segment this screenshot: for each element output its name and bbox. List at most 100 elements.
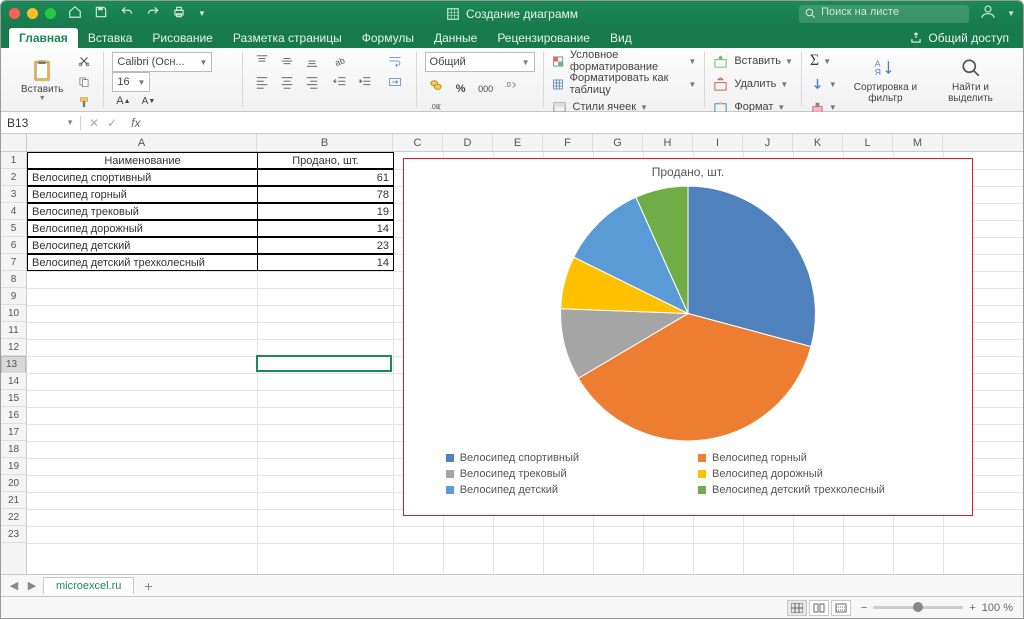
wrap-text-button[interactable] bbox=[382, 52, 408, 70]
cell-A4[interactable]: Велосипед трековый bbox=[27, 203, 258, 220]
cell-A3[interactable]: Велосипед горный bbox=[27, 186, 258, 203]
home-icon[interactable] bbox=[68, 5, 82, 22]
ribbon-tab-5[interactable]: Данные bbox=[424, 28, 487, 48]
col-header-B[interactable]: B bbox=[257, 134, 393, 151]
row-header-3[interactable]: 3 bbox=[1, 186, 26, 203]
number-format-select[interactable]: Общий▼ bbox=[425, 52, 535, 72]
format-painter-button[interactable] bbox=[73, 94, 95, 112]
decrease-font-button[interactable]: A▼ bbox=[137, 93, 159, 111]
cell-A6[interactable]: Велосипед детский bbox=[27, 237, 258, 254]
font-size-select[interactable]: 16▼ bbox=[112, 72, 150, 92]
row-header-16[interactable]: 16 bbox=[1, 407, 26, 424]
increase-font-button[interactable]: A▲ bbox=[112, 92, 134, 110]
select-all-corner[interactable] bbox=[1, 134, 27, 152]
currency-button[interactable] bbox=[425, 76, 447, 94]
decrease-indent-button[interactable] bbox=[329, 73, 351, 91]
cell-B7[interactable]: 14 bbox=[257, 254, 394, 271]
row-header-12[interactable]: 12 bbox=[1, 339, 26, 356]
save-icon[interactable] bbox=[94, 5, 108, 22]
cancel-formula-icon[interactable]: ✕ bbox=[89, 116, 99, 130]
zoom-out-button[interactable]: − bbox=[861, 602, 867, 614]
row-header-21[interactable]: 21 bbox=[1, 492, 26, 509]
cell-A7[interactable]: Велосипед детский трехколесный bbox=[27, 254, 258, 271]
page-layout-view-button[interactable] bbox=[809, 600, 829, 616]
row-header-10[interactable]: 10 bbox=[1, 305, 26, 322]
row-header-7[interactable]: 7 bbox=[1, 254, 26, 271]
row-header-6[interactable]: 6 bbox=[1, 237, 26, 254]
sheet-nav-prev[interactable]: ◀ bbox=[7, 579, 21, 592]
ribbon-tab-7[interactable]: Вид bbox=[600, 28, 642, 48]
align-bottom-button[interactable] bbox=[301, 52, 323, 70]
align-center-button[interactable] bbox=[276, 73, 298, 91]
percent-button[interactable]: % bbox=[450, 80, 472, 98]
sheet-nav-next[interactable]: ▶ bbox=[25, 579, 39, 592]
paste-button[interactable]: Вставить ▼ bbox=[17, 52, 67, 108]
qat-dropdown-icon[interactable]: ▼ bbox=[198, 9, 206, 18]
page-break-view-button[interactable] bbox=[831, 600, 851, 616]
row-header-2[interactable]: 2 bbox=[1, 169, 26, 186]
zoom-slider[interactable] bbox=[873, 606, 963, 609]
pie-chart[interactable]: Продано, шт.Велосипед спортивныйВелосипе… bbox=[403, 158, 973, 516]
increase-decimal-button[interactable]: .0 bbox=[500, 76, 522, 94]
ribbon-tab-6[interactable]: Рецензирование bbox=[487, 28, 600, 48]
cell-B4[interactable]: 19 bbox=[257, 203, 394, 220]
row-header-9[interactable]: 9 bbox=[1, 288, 26, 305]
user-dropdown-icon[interactable]: ▼ bbox=[1007, 9, 1015, 18]
spreadsheet-grid[interactable]: ABCDEFGHIJKLM 12345678910111213141516171… bbox=[1, 134, 1023, 574]
minimize-window-button[interactable] bbox=[27, 8, 38, 19]
delete-cells-button[interactable]: Удалить▼ bbox=[713, 75, 793, 93]
find-select-button[interactable]: Найти и выделить bbox=[934, 52, 1007, 108]
align-middle-button[interactable] bbox=[276, 52, 298, 70]
col-header-C[interactable]: C bbox=[393, 134, 443, 151]
cell-A1[interactable]: Наименование bbox=[27, 152, 258, 169]
redo-icon[interactable] bbox=[146, 5, 160, 22]
search-input[interactable]: Поиск на листе bbox=[799, 5, 969, 23]
cell-B5[interactable]: 14 bbox=[257, 220, 394, 237]
print-icon[interactable] bbox=[172, 5, 186, 22]
sort-filter-button[interactable]: АЯ Сортировка и фильтр bbox=[843, 52, 928, 108]
row-header-14[interactable]: 14 bbox=[1, 373, 26, 390]
copy-button[interactable] bbox=[73, 73, 95, 91]
col-header-K[interactable]: K bbox=[793, 134, 843, 151]
row-header-15[interactable]: 15 bbox=[1, 390, 26, 407]
col-header-M[interactable]: M bbox=[893, 134, 943, 151]
row-header-17[interactable]: 17 bbox=[1, 424, 26, 441]
row-header-11[interactable]: 11 bbox=[1, 322, 26, 339]
cell-B6[interactable]: 23 bbox=[257, 237, 394, 254]
ribbon-tab-4[interactable]: Формулы bbox=[352, 28, 424, 48]
col-header-F[interactable]: F bbox=[543, 134, 593, 151]
col-header-E[interactable]: E bbox=[493, 134, 543, 151]
font-name-select[interactable]: Calibri (Осн...▼ bbox=[112, 52, 212, 72]
ribbon-tab-3[interactable]: Разметка страницы bbox=[223, 28, 352, 48]
row-header-23[interactable]: 23 bbox=[1, 526, 26, 543]
cells-area[interactable]: НаименованиеПродано, шт.Велосипед спорти… bbox=[27, 152, 1023, 574]
orientation-button[interactable]: ab bbox=[329, 52, 351, 70]
row-header-8[interactable]: 8 bbox=[1, 271, 26, 288]
undo-icon[interactable] bbox=[120, 5, 134, 22]
row-header-19[interactable]: 19 bbox=[1, 458, 26, 475]
fx-label[interactable]: fx bbox=[125, 116, 146, 130]
cell-A2[interactable]: Велосипед спортивный bbox=[27, 169, 258, 186]
col-header-D[interactable]: D bbox=[443, 134, 493, 151]
comma-button[interactable]: 000 bbox=[475, 80, 497, 98]
share-button[interactable]: Общий доступ bbox=[903, 28, 1015, 48]
add-sheet-button[interactable]: + bbox=[138, 578, 158, 594]
maximize-window-button[interactable] bbox=[45, 8, 56, 19]
accept-formula-icon[interactable]: ✓ bbox=[107, 116, 117, 130]
cell-A5[interactable]: Велосипед дорожный bbox=[27, 220, 258, 237]
ribbon-tab-2[interactable]: Рисование bbox=[142, 28, 222, 48]
align-top-button[interactable] bbox=[251, 52, 273, 70]
cell-B1[interactable]: Продано, шт. bbox=[257, 152, 394, 169]
insert-cells-button[interactable]: Вставить▼ bbox=[713, 52, 793, 70]
fill-button[interactable]: ▼ bbox=[810, 75, 837, 93]
col-header-I[interactable]: I bbox=[693, 134, 743, 151]
format-as-table-button[interactable]: Форматировать как таблицу▼ bbox=[552, 75, 697, 93]
row-header-20[interactable]: 20 bbox=[1, 475, 26, 492]
ribbon-tab-1[interactable]: Вставка bbox=[78, 28, 143, 48]
increase-indent-button[interactable] bbox=[354, 73, 376, 91]
col-header-L[interactable]: L bbox=[843, 134, 893, 151]
col-header-J[interactable]: J bbox=[743, 134, 793, 151]
align-right-button[interactable] bbox=[301, 73, 323, 91]
row-header-18[interactable]: 18 bbox=[1, 441, 26, 458]
row-header-22[interactable]: 22 bbox=[1, 509, 26, 526]
